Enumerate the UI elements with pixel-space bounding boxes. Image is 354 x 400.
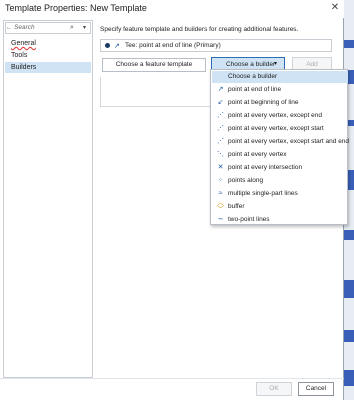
sidebar-item-label: Tools [11,52,28,59]
menu-item-point-begin-line[interactable]: ↙ point at beginning of line [212,97,348,109]
cancel-button[interactable]: Cancel [298,382,334,396]
menu-item-label: point at every vertex, except start and … [228,138,350,145]
buffer-icon: ⬭ [217,203,224,210]
point-end-line-icon: ↗ [217,86,224,93]
tee-template-label: Tee: point at end of line (Primary) [125,42,221,49]
menu-item-label: point at every vertex, except start [228,125,324,132]
menu-item-label: point at every vertex [228,151,287,158]
menu-item-vertex-except-start-end[interactable]: ⋰ point at every vertex, except start an… [212,136,350,148]
point-begin-line-icon: ↙ [217,99,224,106]
menu-item-label: two-point lines [228,216,270,223]
back-arrow-icon[interactable]: ← [6,23,12,33]
line-point-icon: ↗ [114,43,120,50]
menu-item-label: buffer [228,203,245,210]
sidebar-item-label: General [11,40,36,47]
search-box[interactable]: ← Search ⌕ ▾ [5,22,91,34]
panel-description: Specify feature template and builders fo… [100,26,299,33]
feature-template-dropdown[interactable]: Choose a feature template [102,58,206,72]
menu-item-vertex-except-end[interactable]: ⋰ point at every vertex, except end [212,110,348,122]
points-along-icon: ⁘ [217,177,224,184]
title-bar: Template Properties: New Template ✕ [0,0,344,18]
search-icon[interactable]: ⌕ [70,24,74,32]
menu-item-label: points along [228,177,264,184]
sidebar: ← Search ⌕ ▾ General Tools Builders [3,20,93,378]
sidebar-item-tools[interactable]: Tools [5,50,91,61]
chevron-down-icon[interactable]: ▾ [83,24,86,31]
builder-dropdown-label: Choose a builder [226,61,276,68]
tee-template-row[interactable]: ↗ Tee: point at end of line (Primary) [100,39,332,52]
menu-item-point-end-line[interactable]: ↗ point at end of line [212,84,348,96]
vertex-except-end-icon: ⋰ [217,112,224,119]
menu-item-label: point at every intersection [228,164,303,171]
vertex-except-start-end-icon: ⋰ [217,138,224,145]
menu-item-two-point-line[interactable]: ∼ two-point lines [212,214,348,226]
ok-button[interactable]: OK [256,382,292,396]
menu-item-label: point at beginning of line [228,99,299,106]
multi-line-icon: ≈ [218,190,223,197]
menu-item-multi-line[interactable]: ≈ multiple single-part lines [212,188,348,200]
two-point-line-icon: ∼ [217,216,224,223]
builder-dropdown-menu: Choose a builder ↗ point at end of line … [210,69,350,226]
menu-item-points-along[interactable]: ⁘ points along [212,175,348,187]
vertex-icon: ⋱ [217,151,224,158]
menu-item-label: point at end of line [228,86,282,93]
menu-item-vertex-except-start[interactable]: ⋰ point at every vertex, except start [212,123,348,135]
dropdown-header[interactable]: Choose a builder [212,71,348,83]
sidebar-item-builders[interactable]: Builders [5,62,91,73]
intersection-icon: ✕ [217,164,224,171]
sidebar-item-general[interactable]: General [5,38,91,49]
close-icon[interactable]: ✕ [329,2,341,14]
menu-item-intersection[interactable]: ✕ point at every intersection [212,162,348,174]
vertex-except-start-icon: ⋰ [217,125,224,132]
sidebar-item-label: Builders [11,64,37,71]
footer-divider [0,378,344,379]
menu-item-vertex[interactable]: ⋱ point at every vertex [212,149,348,161]
search-input[interactable]: Search [14,24,35,31]
menu-item-buffer[interactable]: ⬭ buffer [212,201,348,213]
menu-item-label: multiple single-part lines [228,190,298,197]
primary-dot-icon [105,43,110,48]
dialog-title: Template Properties: New Template [5,3,147,13]
menu-item-label: point at every vertex, except end [228,112,322,119]
